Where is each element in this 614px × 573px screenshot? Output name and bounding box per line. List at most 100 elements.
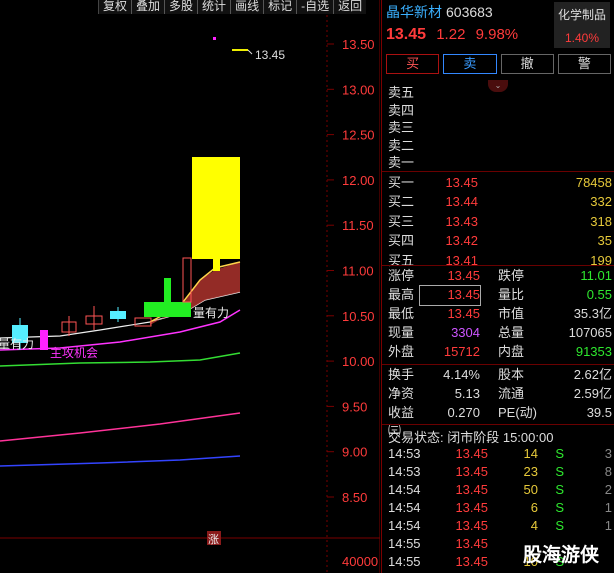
bid-volume: 35 <box>597 233 612 249</box>
trade-price: 13.45 <box>455 446 488 461</box>
trade-time: 14:53 <box>388 446 421 461</box>
trade-price: 13.45 <box>455 518 488 533</box>
toolbar-button[interactable]: 返回 <box>333 0 367 14</box>
trade-time: 14:54 <box>388 500 421 515</box>
toolbar-button[interactable]: 画线 <box>230 0 264 14</box>
trade-side: S <box>555 464 564 479</box>
trade-time: 14:55 <box>388 536 421 551</box>
stat-label: PE(动) <box>498 405 538 420</box>
ma-line-green <box>0 352 241 367</box>
ma-line-pink <box>0 412 241 442</box>
trade-price: 13.45 <box>455 500 488 515</box>
trade-side: S <box>555 446 564 461</box>
stat-row: 净资 5.13 流通 2.59亿 <box>388 385 612 404</box>
bid-price: 13.42 <box>445 233 478 249</box>
trade-count: 1 <box>604 500 612 515</box>
price-line: 13.45 1.22 9.98% <box>386 26 524 44</box>
stat-value: 91353 <box>575 344 612 359</box>
trade-count: 2 <box>604 482 612 497</box>
chart-toolbar: 复权 叠加 多股 统计 画线 标记 -自选 返回 <box>98 0 367 14</box>
stat-label: 收益㈢ <box>388 405 415 438</box>
stat-value: 5.13 <box>454 386 480 401</box>
stat-value: 35.3亿 <box>573 306 612 321</box>
trade-volume: 4 <box>530 518 538 533</box>
stats-table-2: 换手 4.14% 股本 2.62亿 净资 5.13 流通 2.59亿 收益㈢ 0.270 PE(动)… <box>388 366 612 438</box>
toolbar-button[interactable]: 叠加 <box>131 0 165 14</box>
trade-row: 14:54 13.45 4 S 1 <box>388 517 612 535</box>
toolbar-button[interactable]: -自选 <box>296 0 334 14</box>
price-tick-label: 11.00 <box>342 264 374 279</box>
toolbar-button[interactable]: 标记 <box>263 0 297 14</box>
bid-row[interactable]: 买三 13.43 318 <box>388 213 612 232</box>
quote-panel: 晶华新材 603683 13.45 1.22 9.98% 化学制品 1.40% 买… <box>381 0 614 573</box>
price-tick-label: 10.50 <box>342 309 375 324</box>
chevron-down-icon[interactable]: ⌄ <box>488 80 508 92</box>
trade-row: 14:54 13.45 50 S 2 <box>388 481 612 499</box>
stat-row: 最低 13.45 市值 35.3亿 <box>388 305 612 324</box>
trade-row: 14:54 13.45 6 S 1 <box>388 499 612 517</box>
stat-value: 11.01 <box>580 268 612 283</box>
trade-side: S <box>555 482 564 497</box>
trade-volume: 50 <box>523 482 538 497</box>
high-price-marker: 13.45 <box>255 48 285 62</box>
trade-time: 14:55 <box>388 554 421 569</box>
price-tick-label: 9.50 <box>342 399 367 414</box>
bid-label: 买二 <box>388 194 415 210</box>
sell-button[interactable]: 卖 <box>443 54 497 74</box>
annotation-strong-volume: 量有力 <box>193 306 229 320</box>
stat-value: 3304 <box>451 325 480 340</box>
bid-volume: 78458 <box>575 175 612 190</box>
toolbar-button[interactable]: 复权 <box>98 0 132 14</box>
bid-price: 13.45 <box>445 175 478 190</box>
price-tick-label: 12.50 <box>342 128 375 143</box>
kline-chart[interactable]: 13.50 13.00 12.50 12.00 11.50 11.00 10.50 10.00… <box>0 0 380 573</box>
price-tick-label: 13.00 <box>342 82 375 97</box>
kline-svg: 13.50 13.00 12.50 12.00 11.50 11.00 10.50 10.00… <box>0 0 380 573</box>
sector-change-pct: 1.40% <box>564 31 600 45</box>
price-tick-label: 12.00 <box>342 173 375 188</box>
divider <box>382 265 614 266</box>
ask-list: 卖五 卖四 卖三 卖二 卖一 <box>388 84 414 172</box>
trade-time: 14:54 <box>388 518 421 533</box>
trade-row: 14:53 13.45 14 S 3 <box>388 445 612 463</box>
ask-row-4: 卖四 <box>388 102 415 118</box>
bid-volume: 318 <box>590 213 612 229</box>
annotation-main-attack: 主攻机会 <box>50 346 98 360</box>
toolbar-button[interactable]: 统计 <box>197 0 231 14</box>
stat-value: 0.55 <box>586 287 612 302</box>
price-tick-label: 8.50 <box>342 490 367 505</box>
bid-table: 买一 13.45 78458 买二 13.44 332 买三 13.43 318 买四 13.42 3… <box>388 174 612 271</box>
limit-up-marker: 涨 <box>208 533 219 546</box>
stat-value: 13.45 <box>447 306 480 321</box>
cancel-order-button[interactable]: 撤 <box>500 54 554 74</box>
bid-price: 13.44 <box>445 194 478 210</box>
sector-badge[interactable]: 化学制品 1.40% <box>554 2 610 48</box>
stat-label: 内盘 <box>498 344 525 359</box>
alert-button[interactable]: 警 <box>557 54 611 74</box>
price-tick-label: 13.50 <box>342 37 375 52</box>
stat-label: 总量 <box>498 325 525 340</box>
stat-row: 最高 13.45 量比 0.55 <box>388 285 612 306</box>
buy-button[interactable]: 买 <box>386 54 440 74</box>
stat-value: 0.270 <box>447 405 480 420</box>
trade-volume: 23 <box>523 464 538 479</box>
divider <box>382 424 614 425</box>
candles <box>12 37 253 350</box>
bid-row[interactable]: 买四 13.42 35 <box>388 232 612 251</box>
stat-label: 跌停 <box>498 268 525 283</box>
bid-row[interactable]: 买一 13.45 78458 <box>388 174 612 193</box>
stat-label: 外盘 <box>388 344 415 359</box>
stat-value: 2.62亿 <box>573 367 612 382</box>
bid-volume: 332 <box>590 194 612 210</box>
stat-row: 收益㈢ 0.270 PE(动) 39.5 <box>388 404 612 438</box>
stat-value: 15712 <box>443 344 480 359</box>
trade-count: 1 <box>604 518 612 533</box>
stats-table-1: 涨停 13.45 跌停 11.01 最高 13.45 量比 0.55 最低 13.45 市值 35.3… <box>388 267 612 362</box>
bid-label: 买一 <box>388 175 415 190</box>
toolbar-button[interactable]: 多股 <box>164 0 198 14</box>
stat-label: 涨停 <box>388 268 415 283</box>
ask-row-5: 卖五 <box>388 85 415 100</box>
stat-row: 换手 4.14% 股本 2.62亿 <box>388 366 612 385</box>
bid-row[interactable]: 买二 13.44 332 <box>388 193 612 212</box>
stock-name[interactable]: 晶华新材 <box>386 4 442 20</box>
